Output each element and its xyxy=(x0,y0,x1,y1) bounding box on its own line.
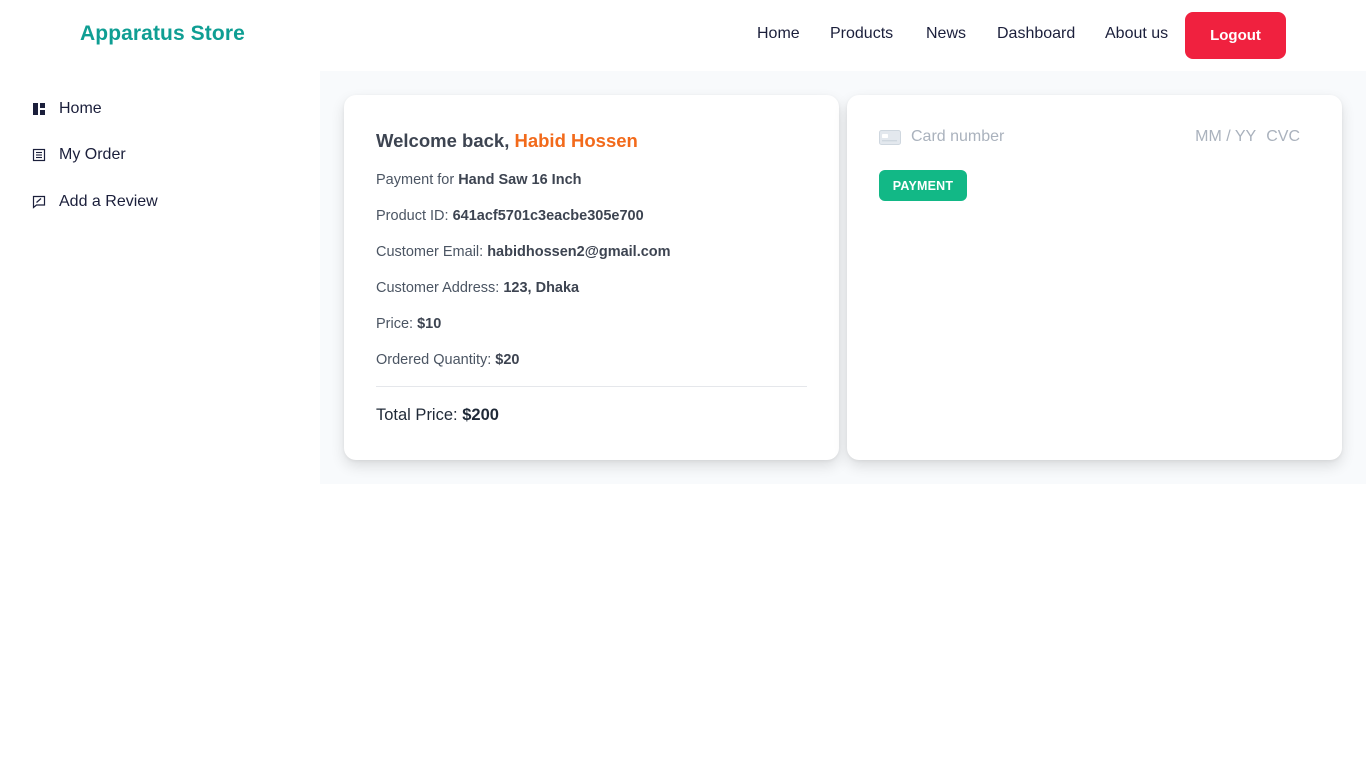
sidebar-item-my-order[interactable]: My Order xyxy=(32,146,126,164)
divider xyxy=(376,386,807,387)
sidebar-item-label: Home xyxy=(59,100,102,117)
order-summary-card: Welcome back, Habid Hossen Payment for H… xyxy=(344,95,839,460)
welcome-heading: Welcome back, Habid Hossen xyxy=(376,130,638,152)
card-details-input[interactable]: Card number MM / YY CVC xyxy=(879,126,1300,148)
card-number-placeholder[interactable]: Card number xyxy=(911,128,1195,146)
welcome-prefix: Welcome back, xyxy=(376,130,510,151)
user-name: Habid Hossen xyxy=(514,130,638,151)
product-id-value: 641acf5701c3eacbe305e700 xyxy=(452,208,644,224)
customer-email-label: Customer Email: xyxy=(376,244,484,260)
nav-about-us[interactable]: About us xyxy=(1105,25,1168,43)
ordered-quantity-row: Ordered Quantity: $20 xyxy=(376,352,519,368)
price-row: Price: $10 xyxy=(376,316,441,332)
list-icon xyxy=(32,148,46,162)
nav-dashboard[interactable]: Dashboard xyxy=(997,25,1075,43)
main-content: Welcome back, Habid Hossen Payment for H… xyxy=(320,71,1366,484)
payment-for-label: Payment for xyxy=(376,172,455,188)
sidebar-item-label: Add a Review xyxy=(59,193,158,210)
nav-home[interactable]: Home xyxy=(757,25,800,43)
nav-products[interactable]: Products xyxy=(830,25,893,43)
customer-address-row: Customer Address: 123, Dhaka xyxy=(376,280,579,296)
sidebar-item-home[interactable]: Home xyxy=(32,100,102,118)
customer-address-value: 123, Dhaka xyxy=(503,280,580,296)
brand-logo-text[interactable]: Apparatus Store xyxy=(80,22,245,46)
dashboard-icon xyxy=(32,102,46,116)
payment-card: Card number MM / YY CVC PAYMENT xyxy=(847,95,1342,460)
product-id-label: Product ID: xyxy=(376,208,449,224)
payment-for-value: Hand Saw 16 Inch xyxy=(458,172,582,188)
customer-email-value: habidhossen2@gmail.com xyxy=(487,244,671,260)
customer-address-label: Customer Address: xyxy=(376,280,500,296)
total-price-value: $200 xyxy=(462,406,499,424)
sidebar-item-add-review[interactable]: Add a Review xyxy=(32,193,158,211)
ordered-quantity-value: $20 xyxy=(495,352,520,368)
price-label: Price: xyxy=(376,316,414,332)
expiry-placeholder[interactable]: MM / YY xyxy=(1195,128,1256,146)
sidebar-item-label: My Order xyxy=(59,146,126,163)
review-icon xyxy=(32,195,46,209)
top-navbar: Apparatus Store Home Products News Dashb… xyxy=(0,0,1366,71)
payment-button[interactable]: PAYMENT xyxy=(879,170,967,201)
logout-button[interactable]: Logout xyxy=(1185,12,1286,59)
customer-email-row: Customer Email: habidhossen2@gmail.com xyxy=(376,244,671,260)
price-value: $10 xyxy=(417,316,442,332)
cvc-placeholder[interactable]: CVC xyxy=(1266,128,1300,146)
payment-for-row: Payment for Hand Saw 16 Inch xyxy=(376,172,582,188)
total-price-row: Total Price: $200 xyxy=(376,406,499,425)
credit-card-icon xyxy=(879,129,901,145)
ordered-quantity-label: Ordered Quantity: xyxy=(376,352,492,368)
product-id-row: Product ID: 641acf5701c3eacbe305e700 xyxy=(376,208,644,224)
nav-news[interactable]: News xyxy=(926,25,966,43)
total-price-label: Total Price: xyxy=(376,406,458,424)
